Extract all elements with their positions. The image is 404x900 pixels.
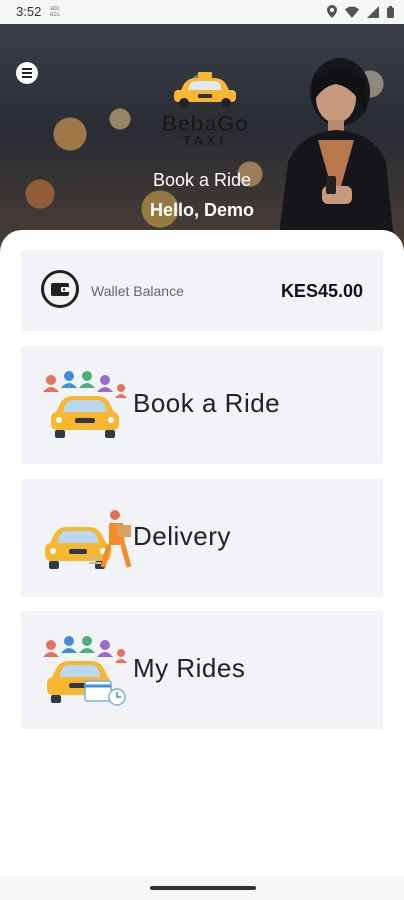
system-nav-bar xyxy=(0,876,404,900)
delivery-label: Delivery xyxy=(133,521,231,551)
greeting-text: Hello, Demo xyxy=(149,200,255,220)
taxi-logo-icon xyxy=(174,72,236,108)
delivery-tile[interactable]: Delivery xyxy=(21,479,383,597)
menu-button[interactable] xyxy=(16,62,38,84)
signal-icon xyxy=(367,5,379,18)
book-ride-tile[interactable]: Book a Ride xyxy=(21,346,383,464)
my-rides-tile[interactable]: My Rides xyxy=(21,611,383,729)
status-icons xyxy=(327,5,394,18)
brand-sub: TAXI xyxy=(183,133,227,148)
my-rides-label: My Rides xyxy=(133,653,246,683)
hamburger-icon xyxy=(22,68,32,70)
wallet-icon xyxy=(41,270,79,308)
status-time: 3:52 xyxy=(16,4,42,19)
hero-banner: BebaGo TAXI Book a Ride Hello, Demo xyxy=(0,24,404,260)
app-logo: BebaGo TAXI xyxy=(150,70,260,147)
ride-history-icon xyxy=(43,636,127,706)
wallet-label: Wallet Balance xyxy=(91,283,184,299)
wallet-balance-card[interactable]: Wallet Balance KES45.00 xyxy=(21,250,383,331)
car-with-passengers-icon xyxy=(43,371,127,438)
wifi-icon xyxy=(345,6,359,18)
brand-name: BebaGo xyxy=(161,111,249,136)
home-gesture-handle[interactable] xyxy=(150,886,256,890)
battery-icon xyxy=(387,5,394,18)
book-ride-label: Book a Ride xyxy=(133,388,281,418)
status-bar: 3:52 abc d2s xyxy=(0,0,404,24)
status-mini-text: abc d2s xyxy=(50,6,60,18)
location-icon xyxy=(327,5,337,18)
woman-with-phone-image xyxy=(276,58,396,260)
wallet-amount: KES45.00 xyxy=(280,281,363,301)
delivery-courier-icon xyxy=(45,510,132,569)
page-title: Book a Ride xyxy=(152,170,252,190)
